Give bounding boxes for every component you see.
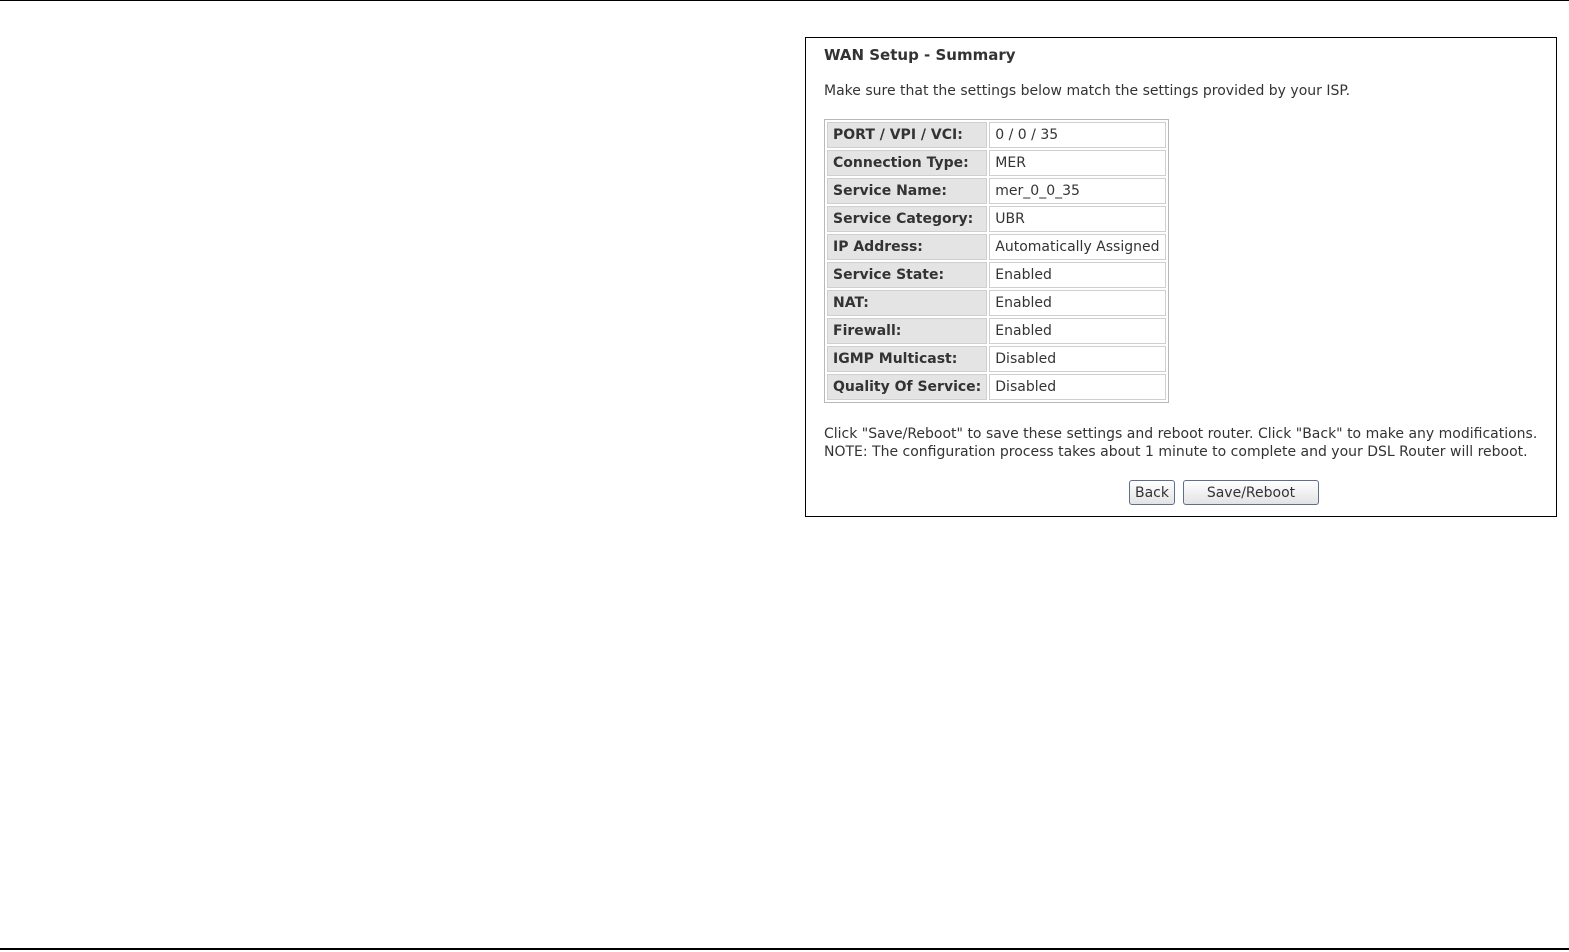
table-row: IGMP Multicast: Disabled <box>827 346 1167 372</box>
row-label: PORT / VPI / VCI: <box>827 122 988 148</box>
instructions: Click "Save/Reboot" to save these settin… <box>824 425 1537 461</box>
bottom-divider <box>0 948 1569 950</box>
row-label: Service State: <box>827 262 988 288</box>
page-title: WAN Setup - Summary <box>824 46 1016 64</box>
row-value: 0 / 0 / 35 <box>989 122 1167 148</box>
row-label: IP Address: <box>827 234 988 260</box>
table-row: Quality Of Service: Disabled <box>827 374 1167 400</box>
row-label: Service Name: <box>827 178 988 204</box>
page: WAN Setup - Summary Make sure that the s… <box>0 0 1569 952</box>
row-label: Quality Of Service: <box>827 374 988 400</box>
row-value: MER <box>989 150 1167 176</box>
row-value: Disabled <box>989 374 1167 400</box>
button-row: Back Save/Reboot <box>1129 480 1319 505</box>
table-row: IP Address: Automatically Assigned <box>827 234 1167 260</box>
row-value: Disabled <box>989 346 1167 372</box>
note-line: NOTE: The configuration process takes ab… <box>824 444 1528 460</box>
table-row: Firewall: Enabled <box>827 318 1167 344</box>
row-value: Enabled <box>989 262 1167 288</box>
row-value: mer_0_0_35 <box>989 178 1167 204</box>
row-label: Service Category: <box>827 206 988 232</box>
row-value: Automatically Assigned <box>989 234 1167 260</box>
table-row: Service Category: UBR <box>827 206 1167 232</box>
instructions-line: Click "Save/Reboot" to save these settin… <box>824 426 1538 442</box>
row-label: Connection Type: <box>827 150 988 176</box>
summary-table: PORT / VPI / VCI: 0 / 0 / 35 Connection … <box>824 119 1170 403</box>
table-row: NAT: Enabled <box>827 290 1167 316</box>
table-row: Connection Type: MER <box>827 150 1167 176</box>
back-button[interactable]: Back <box>1129 480 1175 505</box>
row-value: Enabled <box>989 318 1167 344</box>
table-row: Service State: Enabled <box>827 262 1167 288</box>
row-value: Enabled <box>989 290 1167 316</box>
top-divider <box>0 0 1569 1</box>
wan-summary-panel: WAN Setup - Summary Make sure that the s… <box>805 37 1557 517</box>
row-value: UBR <box>989 206 1167 232</box>
row-label: IGMP Multicast: <box>827 346 988 372</box>
intro-text: Make sure that the settings below match … <box>824 83 1351 99</box>
row-label: Firewall: <box>827 318 988 344</box>
row-label: NAT: <box>827 290 988 316</box>
table-row: PORT / VPI / VCI: 0 / 0 / 35 <box>827 122 1167 148</box>
table-row: Service Name: mer_0_0_35 <box>827 178 1167 204</box>
save-reboot-button[interactable]: Save/Reboot <box>1183 480 1319 505</box>
